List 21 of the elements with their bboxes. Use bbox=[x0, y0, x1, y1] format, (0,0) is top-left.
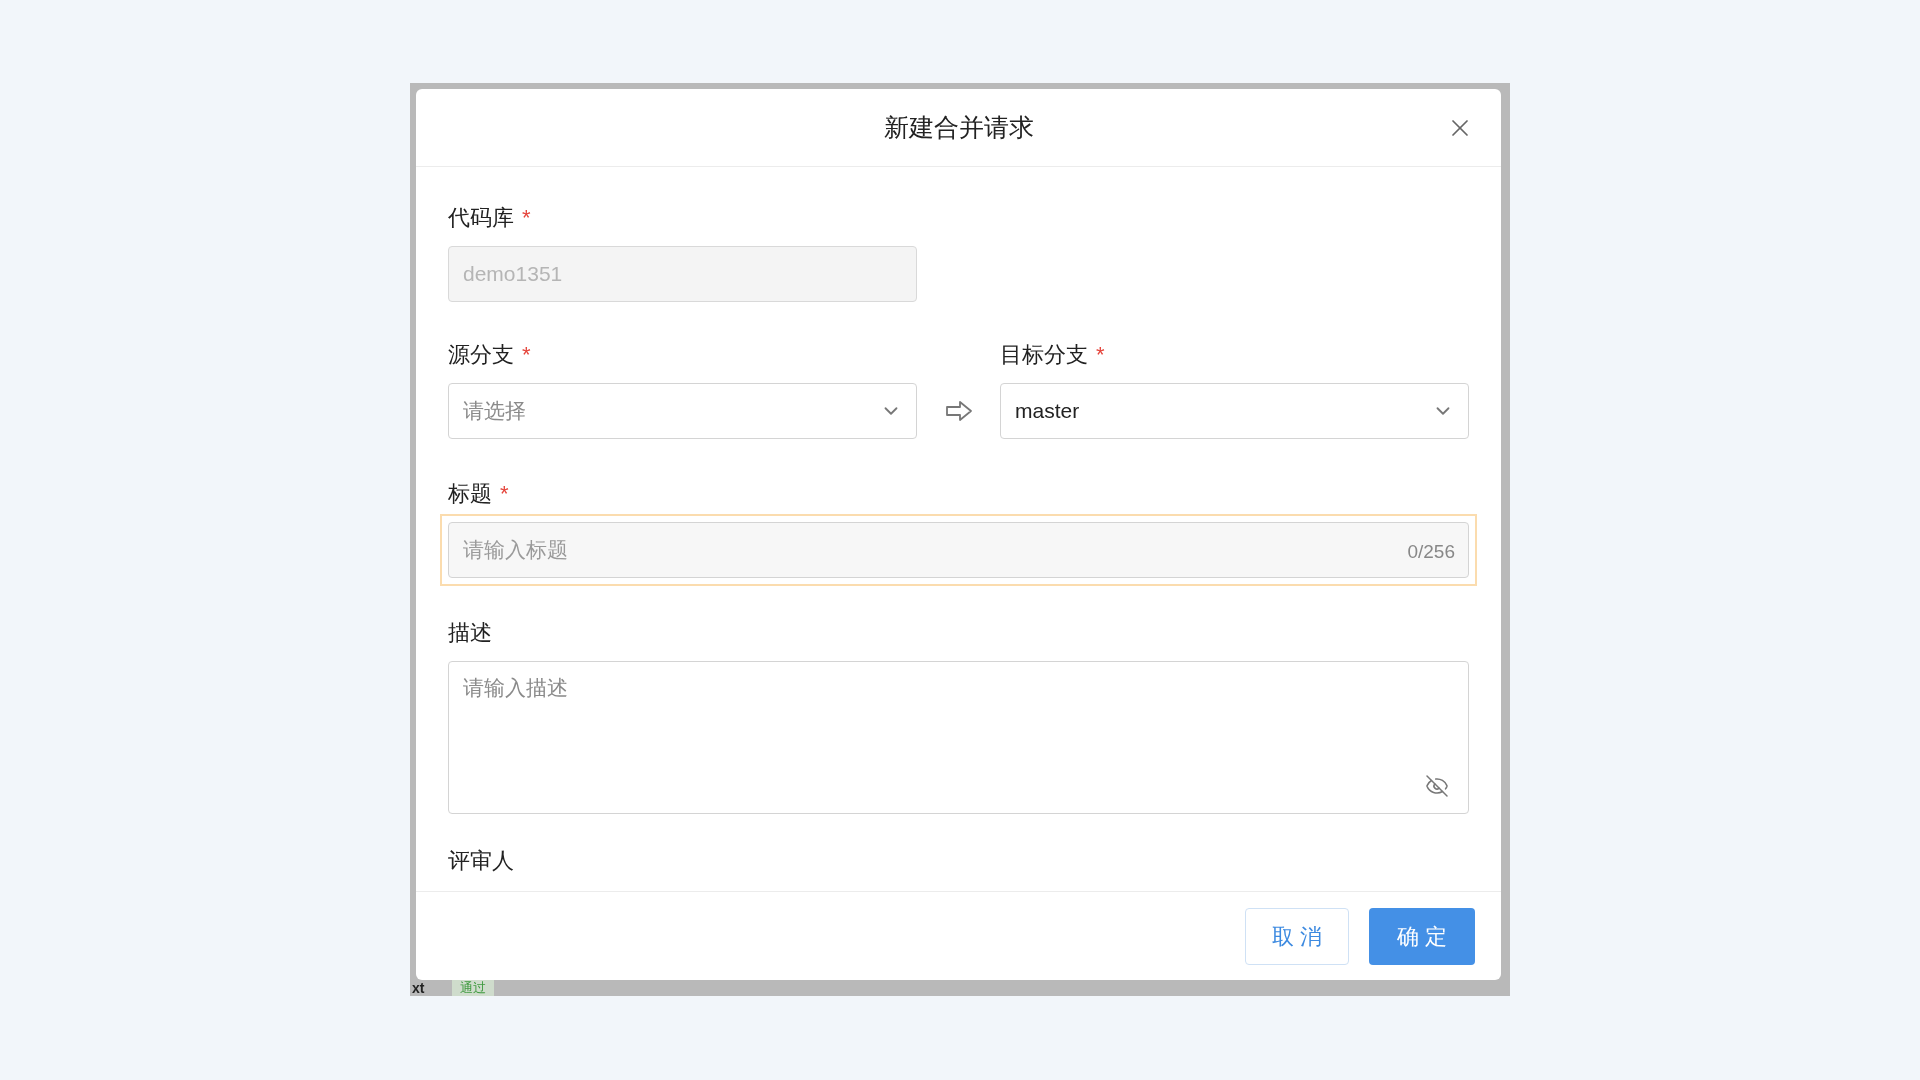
field-label: 标题 bbox=[448, 480, 492, 508]
target-branch-select[interactable]: master bbox=[1000, 383, 1469, 439]
field-label: 评审人 bbox=[448, 847, 514, 875]
required-mark: * bbox=[1096, 343, 1105, 366]
field-label: 目标分支 bbox=[1000, 341, 1088, 369]
description-field[interactable]: 请输入描述 bbox=[448, 661, 1469, 814]
right-arrow-icon bbox=[944, 400, 973, 422]
field-label: 源分支 bbox=[448, 341, 514, 369]
field-label: 描述 bbox=[448, 619, 492, 647]
required-mark: * bbox=[522, 343, 531, 366]
source-branch-select[interactable]: 请选择 bbox=[448, 383, 917, 439]
required-mark: * bbox=[500, 482, 509, 505]
dialog-title: 新建合并请求 bbox=[883, 111, 1034, 143]
confirm-button[interactable]: 确 定 bbox=[1369, 907, 1475, 965]
field-label: 代码库 bbox=[448, 204, 514, 232]
eye-off-icon[interactable] bbox=[1425, 774, 1449, 798]
character-counter: 0/256 bbox=[1407, 540, 1455, 564]
status-tag: 通过 bbox=[452, 980, 495, 996]
required-mark: * bbox=[522, 206, 531, 229]
row-text: xt bbox=[412, 980, 425, 996]
cancel-button[interactable]: 取 消 bbox=[1245, 907, 1349, 965]
